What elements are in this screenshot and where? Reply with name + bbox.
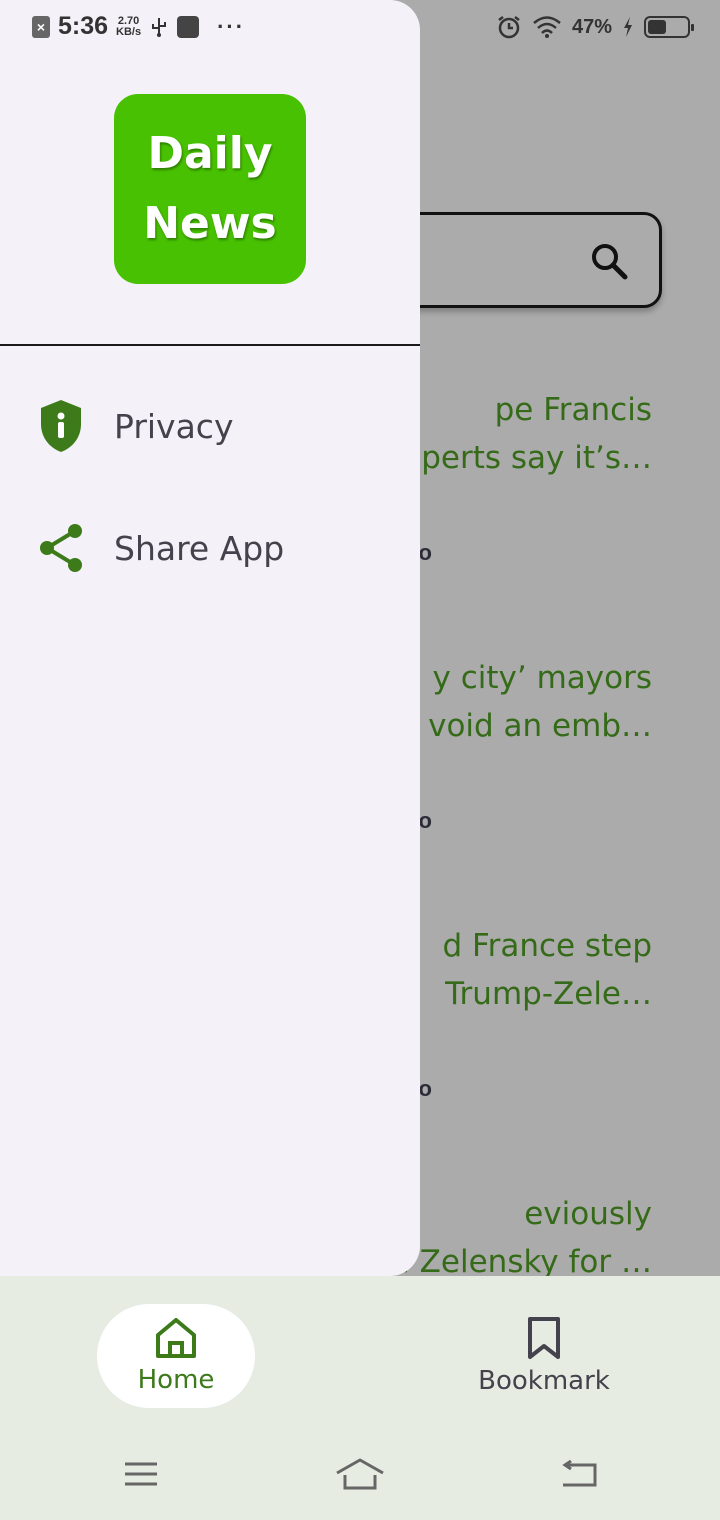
- notification-x-icon: ×: [32, 15, 50, 38]
- app-logo: Daily News: [114, 94, 306, 284]
- usb-icon: [152, 17, 167, 37]
- battery-fill: [648, 20, 666, 34]
- battery-icon: [644, 16, 694, 38]
- logo-text-line2: News: [143, 198, 277, 249]
- back-icon: [562, 1459, 597, 1487]
- usb-debug-icon: [177, 15, 200, 38]
- logo-text-line1: Daily: [147, 128, 273, 179]
- drawer-item-label: Privacy: [114, 406, 234, 446]
- drawer-divider: [0, 344, 420, 346]
- navigation-drawer: Daily News Privacy Share App: [0, 0, 420, 1276]
- search-icon[interactable]: [589, 241, 629, 281]
- status-time: 5:36: [58, 12, 109, 40]
- nav-bookmark[interactable]: Bookmark: [465, 1304, 623, 1408]
- shield-info-icon: [36, 398, 86, 454]
- drawer-item-privacy[interactable]: Privacy: [36, 386, 396, 466]
- menu-icon: [125, 1462, 157, 1486]
- nav-bookmark-label: Bookmark: [478, 1366, 610, 1396]
- share-icon: [36, 520, 86, 576]
- bookmark-icon: [528, 1317, 560, 1359]
- system-home-button[interactable]: [335, 1454, 385, 1494]
- drawer-item-share-app[interactable]: Share App: [36, 508, 396, 588]
- system-home-icon: [336, 1458, 384, 1490]
- recent-apps-button[interactable]: [116, 1454, 166, 1494]
- home-icon: [156, 1318, 196, 1358]
- bottom-navigation: Home Bookmark: [0, 1276, 720, 1520]
- back-button[interactable]: [554, 1454, 604, 1494]
- wifi-icon: [533, 16, 561, 38]
- network-speed-unit: KB/s: [116, 25, 142, 38]
- network-speed: 2.70 KB/s: [116, 14, 142, 38]
- system-navigation-bar: [0, 1440, 720, 1520]
- status-bar: × 5:36 2.70 KB/s ··· 47%: [0, 0, 720, 56]
- nav-home[interactable]: Home: [97, 1304, 255, 1408]
- charging-icon: [624, 17, 632, 37]
- alarm-icon: [498, 16, 520, 39]
- more-notifications-icon: ···: [217, 13, 246, 39]
- battery-percent: 47%: [571, 15, 612, 38]
- drawer-item-label: Share App: [114, 528, 285, 568]
- nav-home-label: Home: [137, 1365, 215, 1395]
- network-speed-value: 2.70: [117, 14, 140, 27]
